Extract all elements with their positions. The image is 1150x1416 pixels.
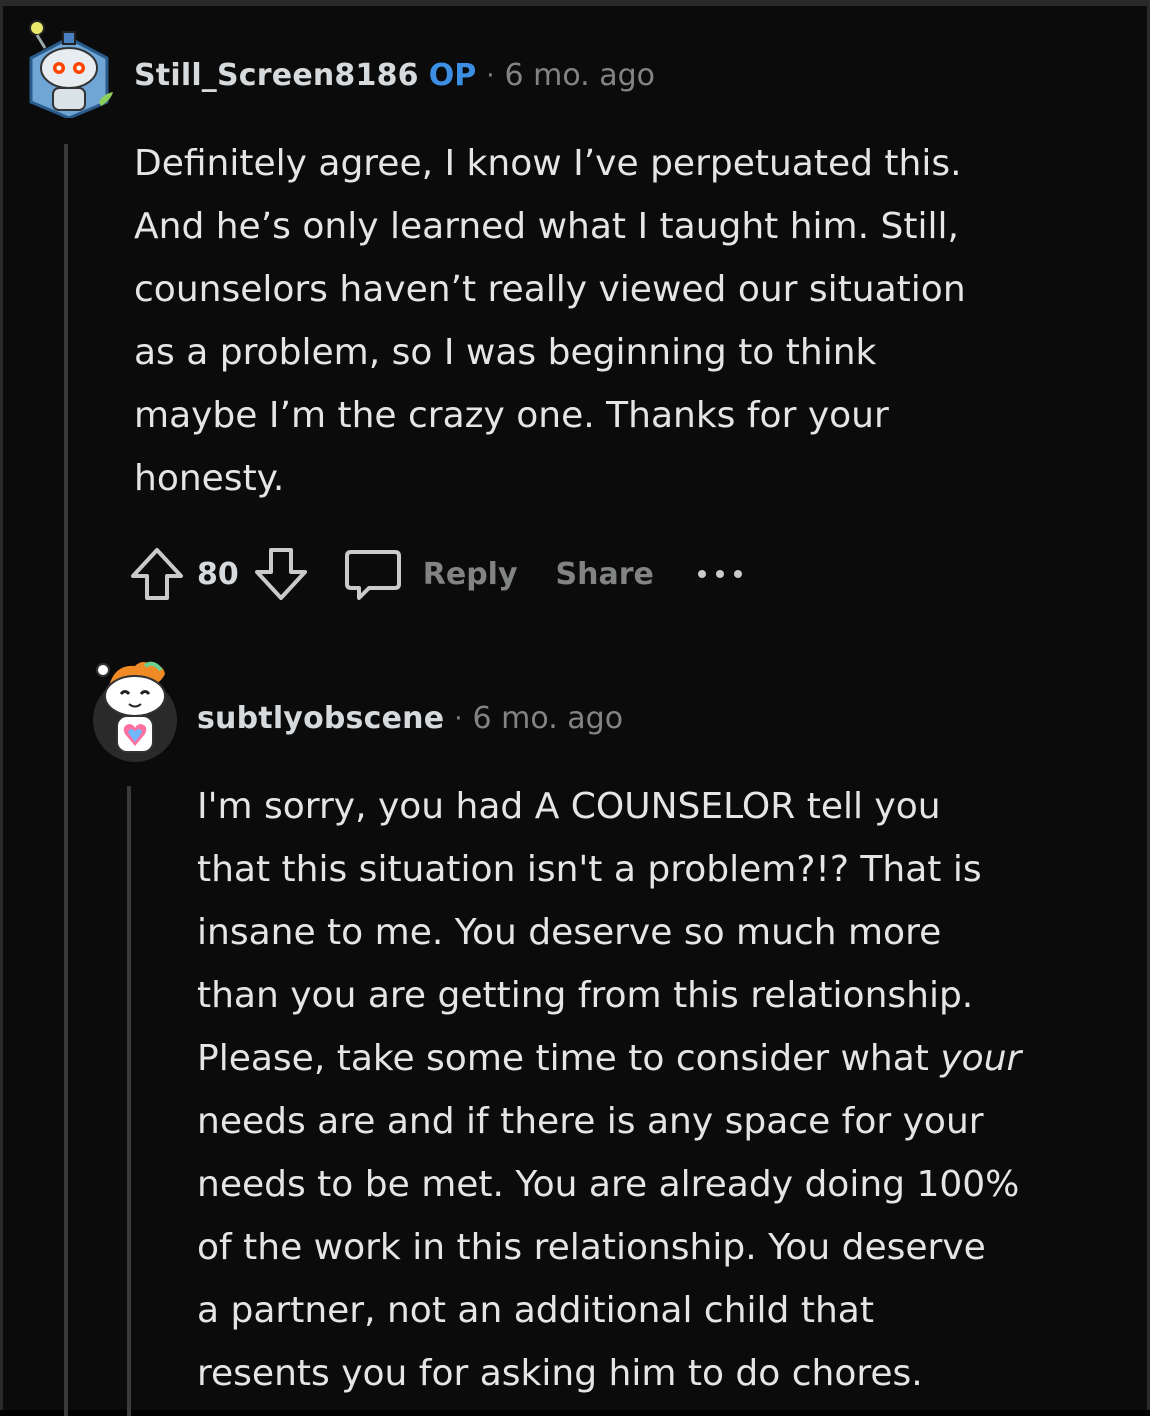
timestamp[interactable]: 6 mo. ago	[505, 58, 656, 93]
body-line: And he’s only learned what I taught him.…	[134, 206, 959, 247]
meta-separator: ·	[454, 703, 463, 734]
body-line: a partner, not an additional child that	[197, 1290, 874, 1331]
reply-button[interactable]: Reply	[423, 557, 518, 592]
body-text-segment: Please, take some time to consider what	[197, 1038, 941, 1079]
comment-body-op: Definitely agree, I know I’ve perpetuate…	[134, 132, 1124, 510]
body-line: needs are and if there is any space for …	[197, 1101, 984, 1142]
body-line: honesty.	[134, 458, 285, 499]
body-line: needs to be met. You are already doing 1…	[197, 1164, 1020, 1205]
timestamp[interactable]: 6 mo. ago	[473, 701, 624, 736]
body-line: insane to me. You deserve so much more	[197, 912, 942, 953]
comment-thread: Still_Screen8186 OP · 6 mo. ago Definite…	[0, 0, 1150, 1416]
comment-meta-op: Still_Screen8186 OP · 6 mo. ago	[134, 58, 655, 93]
avatar-still-screen[interactable]	[23, 18, 115, 120]
body-line: Definitely agree, I know I’ve perpetuate…	[134, 143, 962, 184]
body-line: counselors haven’t really viewed our sit…	[134, 269, 966, 310]
body-line: of the work in this relationship. You de…	[197, 1227, 986, 1268]
body-line: I'm sorry, you had A COUNSELOR tell you	[197, 786, 941, 827]
vote-count: 80	[197, 556, 239, 592]
meta-separator: ·	[486, 60, 495, 91]
more-dots-icon[interactable]	[696, 564, 746, 584]
upvote-arrow-icon[interactable]	[129, 544, 185, 604]
snoo-robot-avatar-icon	[29, 20, 113, 120]
downvote-arrow-icon[interactable]	[253, 544, 309, 604]
snoo-rainbow-heart-avatar-icon	[93, 661, 177, 762]
body-line: as a problem, so I was beginning to thin…	[134, 332, 877, 373]
body-line: than you are getting from this relations…	[197, 975, 974, 1016]
thread-line-reply[interactable]	[127, 786, 131, 1416]
username-link[interactable]: subtlyobscene	[197, 701, 444, 736]
comment-body-reply: I'm sorry, you had A COUNSELOR tell you …	[197, 775, 1137, 1405]
body-line: resents you for asking him to do chores.	[197, 1353, 923, 1394]
op-badge: OP	[428, 58, 477, 93]
comment-meta-reply: subtlyobscene · 6 mo. ago	[197, 701, 623, 736]
body-line: Please, take some time to consider what …	[197, 1038, 1021, 1079]
avatar-subtlyobscene[interactable]	[89, 656, 181, 764]
body-line: that this situation isn't a problem?!? T…	[197, 849, 982, 890]
username-link[interactable]: Still_Screen8186	[134, 58, 419, 93]
thread-line-op[interactable]	[64, 144, 68, 1416]
share-button[interactable]: Share	[556, 557, 654, 592]
comment-action-bar: 80 Reply Share	[129, 544, 746, 604]
speech-bubble-icon[interactable]	[343, 544, 403, 604]
body-line: maybe I’m the crazy one. Thanks for your	[134, 395, 889, 436]
emphasis-text: your	[940, 1038, 1022, 1079]
